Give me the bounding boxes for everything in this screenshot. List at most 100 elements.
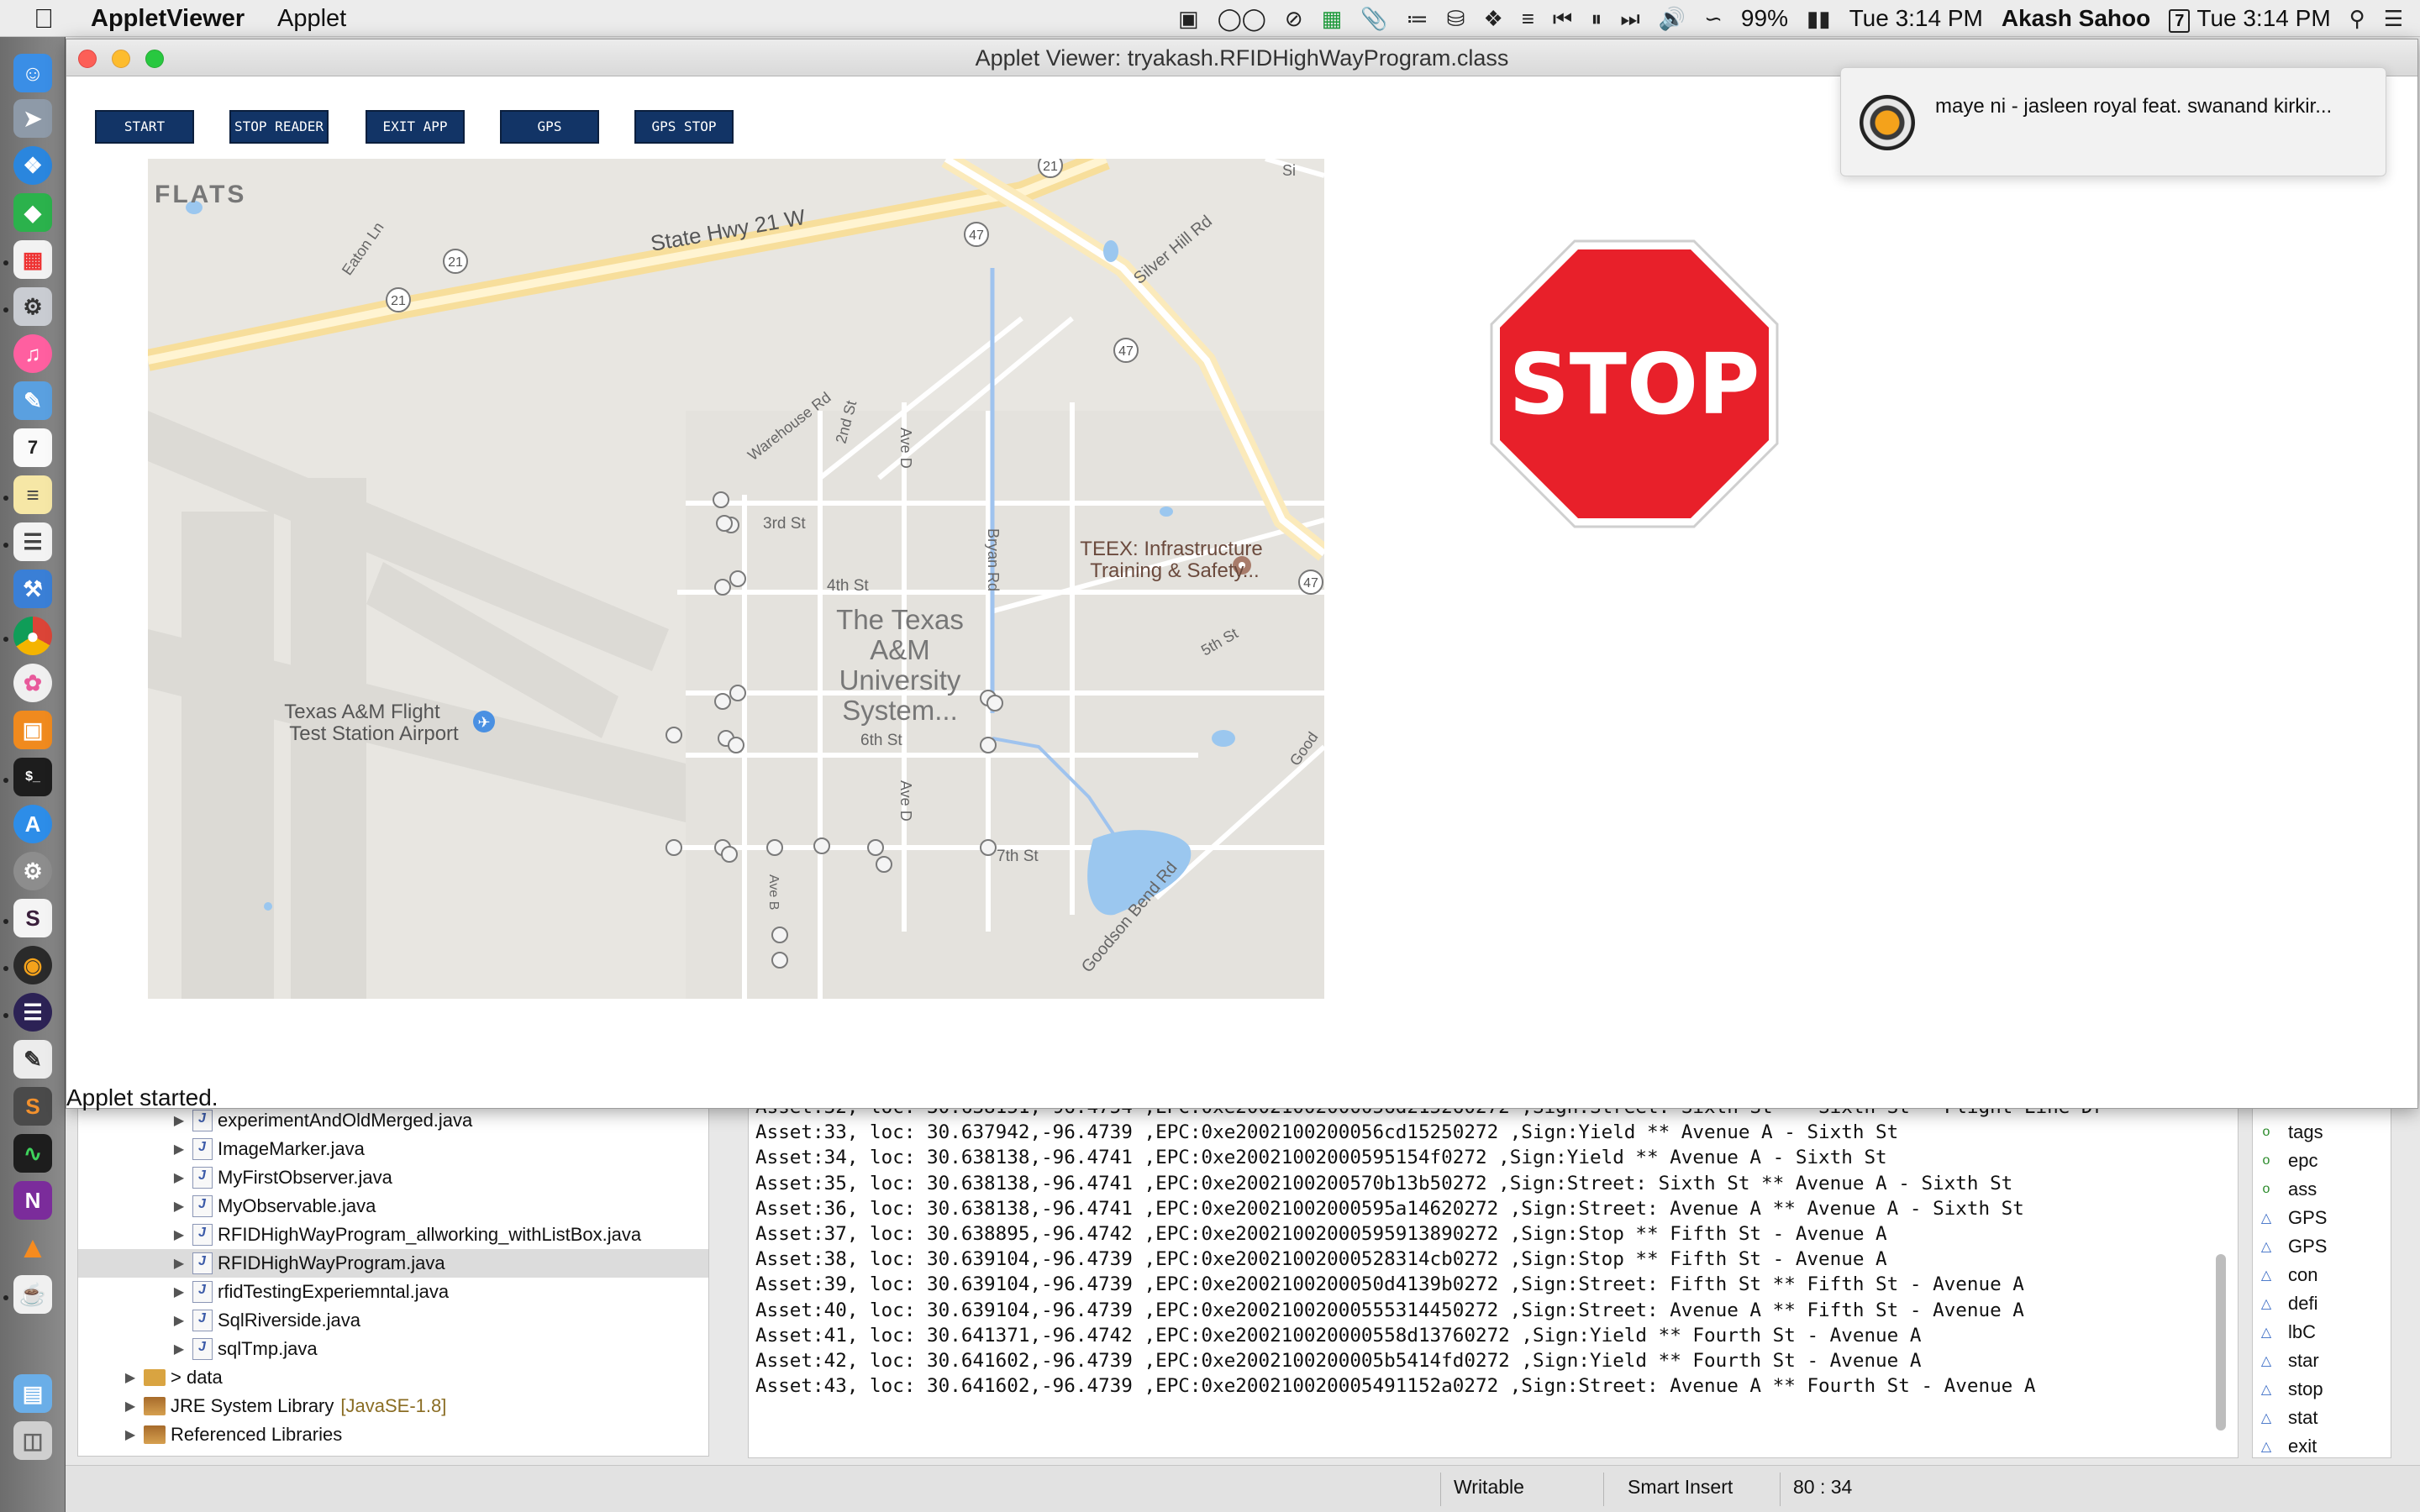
paperclip-icon[interactable]: 📎: [1360, 0, 1387, 37]
expand-arrow-icon[interactable]: ▶: [169, 1312, 189, 1329]
user-name[interactable]: Akash Sahoo: [2002, 5, 2150, 32]
scripteditor-icon[interactable]: ✎: [13, 1040, 52, 1079]
rss-icon[interactable]: ≔: [1407, 0, 1428, 37]
outline-row[interactable]: △ stat: [2253, 1404, 2318, 1432]
outline-row[interactable]: o ass: [2253, 1175, 2317, 1204]
tree-row[interactable]: ▶ JRE System Library [JavaSE-1.8]: [78, 1392, 708, 1420]
tree-row[interactable]: ▶ sqlTmp.java: [78, 1335, 708, 1363]
wifi-icon[interactable]: ∽: [1704, 0, 1723, 37]
apple-menu-icon[interactable]: : [34, 3, 54, 34]
pause-icon[interactable]: ⏸: [1591, 0, 1602, 37]
screen-capture-icon[interactable]: ▣: [1178, 0, 1199, 37]
expand-arrow-icon[interactable]: ▶: [169, 1284, 189, 1300]
exit-app-button[interactable]: EXIT APP: [366, 110, 465, 144]
dropbox-icon[interactable]: ❖: [1483, 0, 1502, 37]
vlc-icon[interactable]: ▲: [13, 1228, 52, 1267]
volume-icon[interactable]: 🔊: [1659, 0, 1686, 37]
campus-map[interactable]: ✈ 21 21 21 47 47 47 FLATS State Hwy 21 W: [148, 159, 1324, 999]
music-notification[interactable]: maye ni - jasleen royal feat. swanand ki…: [1840, 67, 2386, 176]
console-line: Asset:37, loc: 30.638895,-96.4742 ,EPC:0…: [755, 1223, 1887, 1245]
expand-arrow-icon[interactable]: ▶: [169, 1341, 189, 1357]
outline-row[interactable]: o epc: [2253, 1147, 2318, 1175]
onenote-icon[interactable]: N: [13, 1181, 52, 1220]
outline-row[interactable]: △ exit: [2253, 1432, 2317, 1457]
disk-utility-icon[interactable]: ⚙: [13, 287, 52, 326]
speaker-app-icon[interactable]: ◉: [13, 946, 52, 984]
trash-icon[interactable]: ◫: [13, 1421, 52, 1460]
previous-track-icon[interactable]: ⏮: [1553, 0, 1572, 37]
tree-row[interactable]: ▶ MyObservable.java: [78, 1192, 708, 1221]
photos-icon[interactable]: ✿: [13, 664, 52, 702]
spotlight-search-icon[interactable]: ⚲: [2349, 0, 2365, 37]
battery-icon[interactable]: ▮▮: [1807, 0, 1831, 37]
tree-row[interactable]: ▶ RFIDHighWayProgram.java: [78, 1249, 708, 1278]
outline-row[interactable]: △ stop: [2253, 1375, 2323, 1404]
feedly-icon[interactable]: ◆: [13, 193, 52, 232]
hwy-shield-21b: 21: [391, 294, 406, 308]
glasses-icon[interactable]: ◯◯: [1218, 0, 1266, 37]
green-box-icon[interactable]: ▦: [1322, 0, 1343, 37]
expand-arrow-icon[interactable]: ▶: [169, 1226, 189, 1243]
tree-row[interactable]: ▶ ImageMarker.java: [78, 1135, 708, 1163]
expand-arrow-icon[interactable]: ▶: [120, 1398, 140, 1415]
preview-icon[interactable]: ✎: [13, 381, 52, 420]
expand-arrow-icon[interactable]: ▶: [169, 1112, 189, 1129]
outline-row[interactable]: △ GPS: [2253, 1232, 2328, 1261]
finder-icon[interactable]: ☺: [13, 54, 52, 92]
outline-row[interactable]: △ star: [2253, 1347, 2319, 1375]
outline-row[interactable]: △ con: [2253, 1261, 2318, 1289]
outline-row[interactable]: △ defi: [2253, 1289, 2318, 1318]
outline-row-label: epc: [2288, 1150, 2318, 1171]
calendar-app-icon[interactable]: 7: [13, 428, 52, 467]
stop-reader-button[interactable]: STOP READER: [229, 110, 329, 144]
tree-row[interactable]: ▶ > data: [78, 1363, 708, 1392]
expand-arrow-icon[interactable]: ▶: [120, 1426, 140, 1443]
slack-icon[interactable]: S: [13, 899, 52, 937]
system-preferences-icon[interactable]: ⚙: [13, 852, 52, 890]
activity-monitor-icon[interactable]: ∿: [13, 1134, 52, 1173]
tree-row[interactable]: ▶ RFIDHighWayProgram_allworking_withListB…: [78, 1221, 708, 1249]
outline-row[interactable]: o tags: [2253, 1118, 2323, 1147]
clock-left[interactable]: Tue 3:14 PM: [1849, 5, 1983, 32]
sublime-icon[interactable]: S: [13, 1087, 52, 1126]
expand-arrow-icon[interactable]: ▶: [169, 1255, 189, 1272]
terminal-icon[interactable]: $_: [13, 758, 52, 796]
gps-button[interactable]: GPS: [500, 110, 599, 144]
tree-row[interactable]: ▶ SqlRiverside.java: [78, 1306, 708, 1335]
outline-view: o tags o epc o ass △ GPS △ GPS △ con △ defi △ lbC △ star △…: [2252, 1105, 2391, 1458]
notification-center-icon[interactable]: ☰: [2384, 0, 2403, 37]
gps-stop-button[interactable]: GPS STOP: [634, 110, 734, 144]
list-icon[interactable]: ≡: [1522, 0, 1534, 37]
launchpad-icon[interactable]: ➤: [13, 99, 52, 138]
console-scrollbar[interactable]: [2216, 1254, 2226, 1431]
next-track-icon[interactable]: ⏭: [1620, 0, 1639, 37]
folder-icon[interactable]: ▤: [13, 1374, 52, 1413]
outline-row[interactable]: △ lbC: [2253, 1318, 2316, 1347]
tree-row[interactable]: ▶ MyFirstObserver.java: [78, 1163, 708, 1192]
xcode-icon[interactable]: ⚒: [13, 570, 52, 608]
expand-arrow-icon[interactable]: ▶: [169, 1141, 189, 1158]
no-symbol-icon[interactable]: ⊘: [1285, 0, 1303, 37]
safari-icon[interactable]: ❖: [13, 146, 52, 185]
java-app-icon[interactable]: ☕: [13, 1275, 52, 1314]
app-menu-name[interactable]: AppletViewer: [91, 5, 245, 33]
tree-row[interactable]: ▶ Referenced Libraries: [78, 1420, 708, 1449]
eclipse-icon[interactable]: ☰: [13, 993, 52, 1032]
chrome-icon[interactable]: ●: [13, 617, 52, 655]
calendar-widget[interactable]: 7 Tue 3:14 PM: [2169, 5, 2331, 33]
app-store-icon[interactable]: A: [13, 805, 52, 843]
shield-icon[interactable]: ⛁: [1447, 0, 1465, 37]
apps-grid-icon[interactable]: ▦: [13, 240, 52, 279]
itunes-icon[interactable]: ♫: [13, 334, 52, 373]
notes-icon[interactable]: ≡: [13, 475, 52, 514]
ibooks-icon[interactable]: ▣: [13, 711, 52, 749]
start-reader-button[interactable]: START READER: [95, 110, 194, 165]
java-file-icon: [192, 1281, 213, 1303]
expand-arrow-icon[interactable]: ▶: [169, 1198, 189, 1215]
tree-row[interactable]: ▶ rfidTestingExperiemntal.java: [78, 1278, 708, 1306]
applet-menu[interactable]: Applet: [277, 5, 346, 33]
expand-arrow-icon[interactable]: ▶: [169, 1169, 189, 1186]
outline-row[interactable]: △ GPS: [2253, 1204, 2328, 1232]
expand-arrow-icon[interactable]: ▶: [120, 1369, 140, 1386]
textedit-icon[interactable]: ☰: [13, 522, 52, 561]
